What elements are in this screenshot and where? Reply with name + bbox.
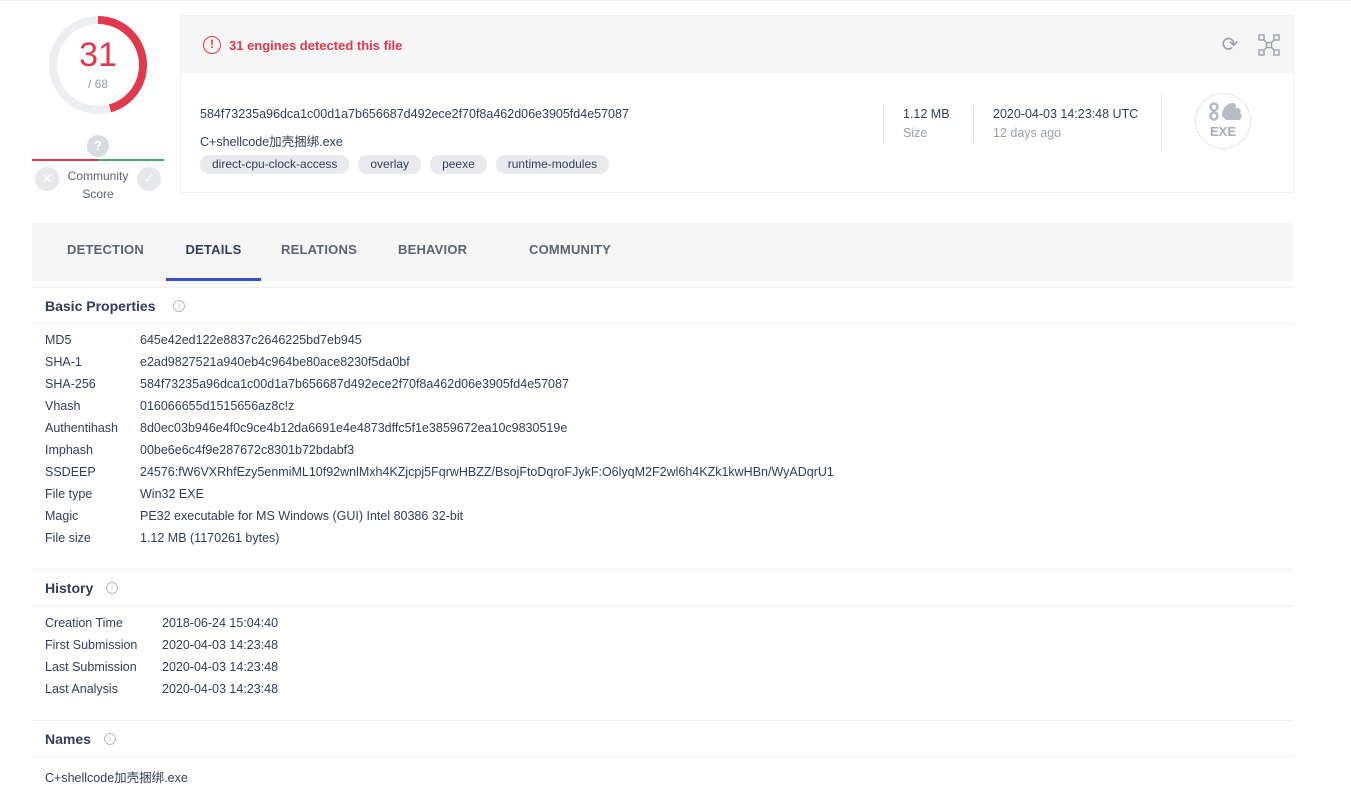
tag-list: direct-cpu-clock-access overlay peexe ru… bbox=[200, 155, 610, 174]
divider bbox=[883, 105, 884, 143]
engine-total: / 68 bbox=[87, 77, 108, 91]
file-sha256[interactable]: 584f73235a96dca1c00d1a7b656687d492ece2f7… bbox=[200, 107, 629, 121]
info-icon[interactable]: i bbox=[106, 582, 118, 594]
reload-icon[interactable]: ⟳ bbox=[1219, 34, 1241, 56]
community-harmless-bar bbox=[98, 159, 164, 161]
tag[interactable]: direct-cpu-clock-access bbox=[200, 155, 350, 174]
file-name: C+shellcode加壳捆绑.exe bbox=[200, 135, 343, 149]
tag[interactable]: runtime-modules bbox=[495, 155, 610, 174]
file-size-value: 1.12 MB bbox=[903, 107, 950, 121]
names-header: Names i bbox=[32, 720, 1293, 757]
history-header: History i bbox=[32, 569, 1293, 606]
info-icon[interactable]: i bbox=[104, 733, 116, 745]
divider bbox=[1161, 94, 1162, 152]
name-item: C+shellcode加壳捆绑.exe bbox=[45, 771, 188, 785]
alert-bar: ! 31 engines detected this file ⟳ bbox=[181, 16, 1293, 73]
tab-details[interactable]: DETAILS bbox=[166, 223, 261, 281]
file-summary-card: ! 31 engines detected this file ⟳ 584f73… bbox=[180, 15, 1294, 193]
section-title: History bbox=[45, 580, 94, 596]
analysis-date-ago: 12 days ago bbox=[993, 126, 1062, 140]
question-icon: ? bbox=[87, 135, 109, 157]
section-title: Names bbox=[45, 731, 91, 747]
file-size-label: Size bbox=[903, 126, 928, 140]
tab-detection[interactable]: DETECTION bbox=[67, 223, 144, 281]
tab-relations[interactable]: RELATIONS bbox=[281, 223, 357, 281]
file-type-badge: EXE bbox=[1209, 124, 1236, 139]
community-score: ? ✕ Community Score ✓ bbox=[32, 135, 164, 205]
detection-alert-text: 31 engines detected this file bbox=[229, 38, 403, 53]
detection-count: 31 bbox=[79, 36, 117, 74]
tab-community[interactable]: COMMUNITY bbox=[529, 223, 611, 281]
vote-malicious-button[interactable]: ✕ bbox=[35, 167, 59, 191]
tab-behavior[interactable]: BEHAVIOR bbox=[398, 223, 467, 281]
alert-icon: ! bbox=[203, 36, 221, 54]
analysis-date: 2020-04-03 14:23:48 UTC bbox=[993, 107, 1139, 121]
section-title: Basic Properties bbox=[45, 298, 156, 314]
tab-bar: DETECTION DETAILS RELATIONS BEHAVIOR COM… bbox=[32, 223, 1293, 281]
detection-score-ring: 31 / 68 bbox=[47, 14, 149, 116]
community-malicious-bar bbox=[32, 159, 98, 161]
info-icon[interactable]: i bbox=[173, 300, 185, 312]
tag[interactable]: peexe bbox=[430, 155, 487, 174]
tag[interactable]: overlay bbox=[358, 155, 422, 174]
divider bbox=[973, 105, 974, 143]
exe-file-icon: EXE bbox=[1195, 93, 1251, 149]
vote-harmless-button[interactable]: ✓ bbox=[137, 167, 161, 191]
basic-properties-header: Basic Properties i bbox=[32, 287, 1293, 324]
graph-icon[interactable] bbox=[1257, 33, 1281, 57]
top-divider bbox=[0, 0, 1351, 1]
community-score-label: Community Score bbox=[67, 169, 129, 201]
